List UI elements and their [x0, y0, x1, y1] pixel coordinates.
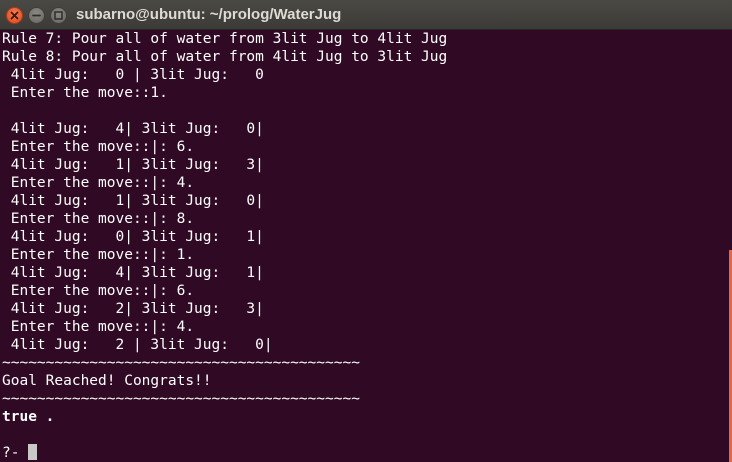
window-title: subarno@ubuntu: ~/prolog/WaterJug — [76, 6, 342, 23]
maximize-icon — [54, 11, 63, 20]
query-result: true . — [2, 409, 55, 425]
terminal-line: 4lit Jug: 0 | 3lit Jug: 0 — [2, 67, 264, 83]
title-bar[interactable]: subarno@ubuntu: ~/prolog/WaterJug — [0, 0, 732, 30]
close-button[interactable] — [6, 7, 23, 24]
maximize-button[interactable] — [50, 7, 67, 24]
terminal-line: 4lit Jug: 0| 3lit Jug: 1| — [2, 229, 264, 245]
close-icon — [10, 11, 19, 20]
terminal-line: Rule 8: Pour all of water from 4lit Jug … — [2, 49, 448, 65]
minimize-button[interactable] — [28, 7, 45, 24]
terminal-line: Enter the move::|: 1. — [2, 247, 195, 263]
terminal-line: Enter the move::|: 6. — [2, 283, 195, 299]
terminal-line: Enter the move::|: 8. — [2, 211, 195, 227]
separator-line: ~~~~~~~~~~~~~~~~~~~~~~~~~~~~~~~~~~~~~~~~… — [2, 391, 360, 407]
terminal-line: 4lit Jug: 1| 3lit Jug: 0| — [2, 193, 264, 209]
prolog-prompt: ?- — [2, 445, 29, 461]
terminal-output: Rule 7: Pour all of water from 3lit Jug … — [2, 30, 447, 462]
terminal-area[interactable]: Rule 7: Pour all of water from 3lit Jug … — [0, 30, 732, 462]
terminal-line: 4lit Jug: 4| 3lit Jug: 0| — [2, 121, 264, 137]
terminal-line: 4lit Jug: 2 | 3lit Jug: 0| — [2, 337, 273, 353]
text-cursor — [28, 444, 38, 460]
terminal-line: Enter the move::|: 4. — [2, 319, 195, 335]
terminal-line: Enter the move::|: 6. — [2, 139, 195, 155]
terminal-line: Enter the move::|: 4. — [2, 175, 195, 191]
prompt-line[interactable]: ?- — [2, 444, 447, 462]
terminal-line: 4lit Jug: 2| 3lit Jug: 3| — [2, 301, 264, 317]
terminal-line: 4lit Jug: 4| 3lit Jug: 1| — [2, 265, 264, 281]
terminal-line: Enter the move::1. — [2, 85, 168, 101]
goal-message: Goal Reached! Congrats!! — [2, 373, 212, 389]
minimize-icon — [32, 14, 41, 17]
terminal-line: Rule 7: Pour all of water from 3lit Jug … — [2, 31, 448, 47]
separator-line: ~~~~~~~~~~~~~~~~~~~~~~~~~~~~~~~~~~~~~~~~… — [2, 355, 360, 371]
terminal-line: 4lit Jug: 1| 3lit Jug: 3| — [2, 157, 264, 173]
terminal-window: subarno@ubuntu: ~/prolog/WaterJug Rule 7… — [0, 0, 732, 462]
